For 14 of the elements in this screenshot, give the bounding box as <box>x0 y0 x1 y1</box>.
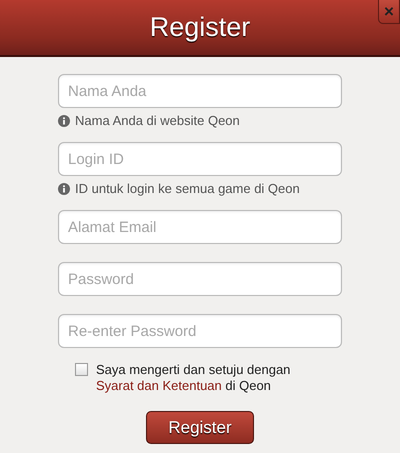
input-field[interactable]: Login ID <box>58 142 342 176</box>
hint-text: Nama Anda di website Qeon <box>75 113 240 128</box>
terms-link[interactable]: Syarat dan Ketentuan <box>96 378 222 393</box>
input-field[interactable]: Re-enter Password <box>58 314 342 348</box>
input-field[interactable]: Password <box>58 262 342 296</box>
dialog-title: Register <box>150 12 250 43</box>
input-field[interactable]: Nama Anda <box>58 74 342 108</box>
agreement-text: Saya mengerti dan setuju dengan Syarat dan Ketentuan di Qeon <box>96 362 292 394</box>
register-button[interactable]: Register <box>146 411 254 444</box>
hint-text: ID untuk login ke semua game di Qeon <box>75 181 300 196</box>
agree-checkbox[interactable] <box>75 363 88 376</box>
info-icon <box>58 114 70 126</box>
input-field[interactable]: Alamat Email <box>58 210 342 244</box>
info-icon <box>58 182 70 194</box>
